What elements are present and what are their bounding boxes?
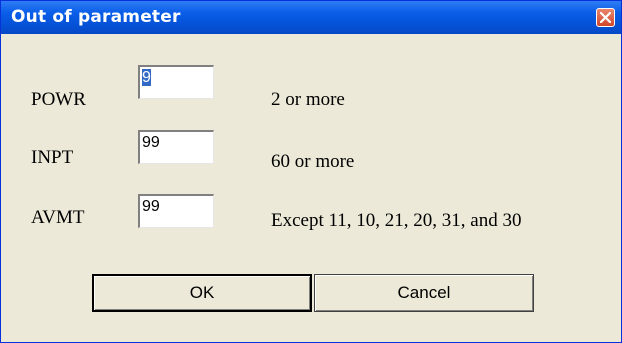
avmt-hint: Except 11, 10, 21, 20, 31, and 30 bbox=[271, 210, 522, 231]
inpt-input[interactable]: 99 bbox=[138, 130, 214, 164]
inpt-label: INPT bbox=[31, 147, 74, 168]
cancel-button[interactable]: Cancel bbox=[314, 274, 534, 312]
dialog-window: Out of parameter POWR 9 2 or more INPT 9… bbox=[0, 0, 622, 343]
ok-button[interactable]: OK bbox=[92, 274, 312, 312]
inpt-hint: 60 or more bbox=[271, 151, 355, 172]
cancel-button-label: Cancel bbox=[397, 283, 451, 302]
inpt-value: 99 bbox=[142, 134, 160, 151]
close-button[interactable] bbox=[596, 8, 615, 27]
powr-label: POWR bbox=[31, 89, 86, 110]
avmt-value: 99 bbox=[142, 198, 160, 215]
powr-hint: 2 or more bbox=[271, 89, 345, 110]
dialog-title: Out of parameter bbox=[11, 7, 181, 27]
avmt-input[interactable]: 99 bbox=[138, 194, 214, 228]
close-icon bbox=[600, 12, 611, 23]
powr-value: 9 bbox=[142, 69, 151, 86]
powr-input[interactable]: 9 bbox=[138, 65, 214, 99]
ok-button-label: OK bbox=[189, 283, 215, 302]
avmt-label: AVMT bbox=[31, 207, 85, 228]
title-bar[interactable]: Out of parameter bbox=[1, 1, 621, 34]
